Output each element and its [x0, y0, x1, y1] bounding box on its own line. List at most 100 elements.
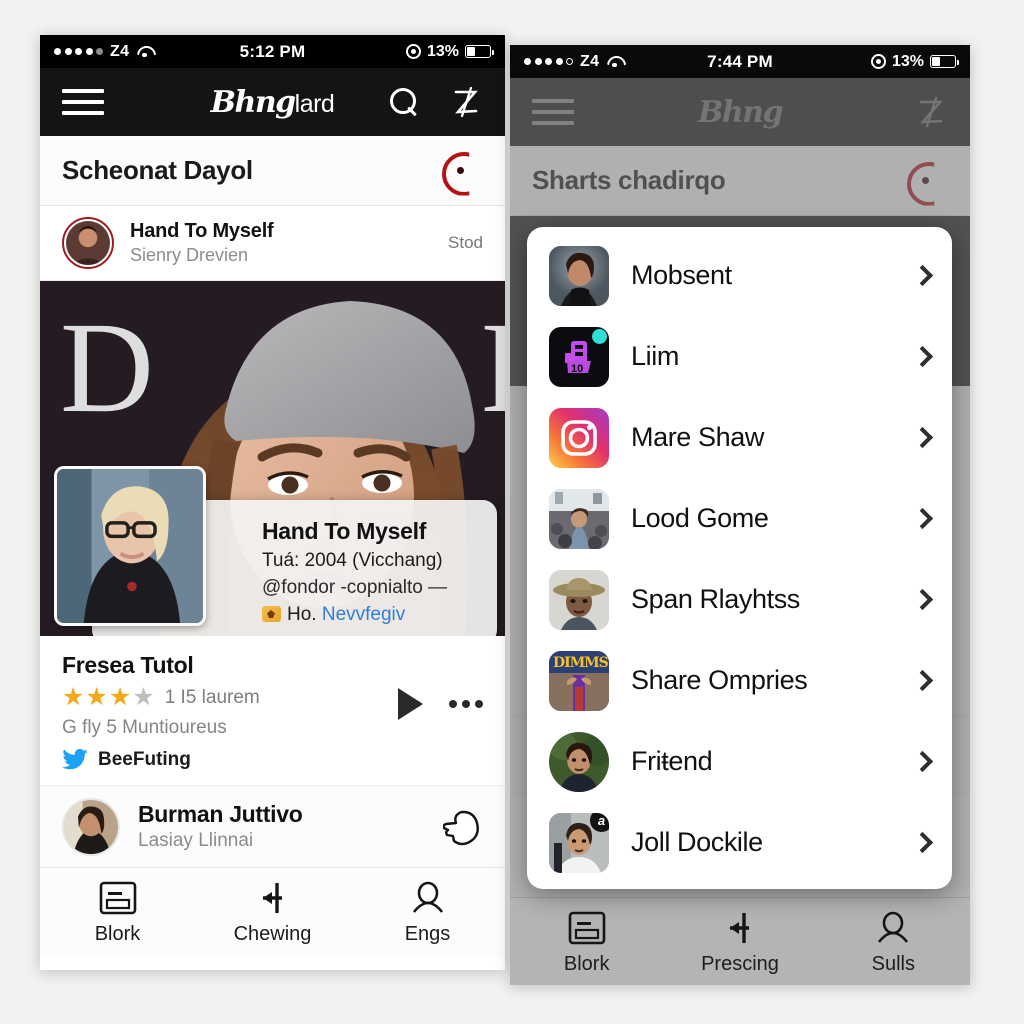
person-icon — [817, 908, 970, 948]
avatar-image — [64, 799, 118, 854]
sheet-item-label: Mobsent — [631, 260, 732, 290]
battery-icon — [930, 55, 959, 68]
arrow-cross-icon — [663, 908, 816, 948]
feed-header-row[interactable]: Hand To Myself Sienry Drevien Stod — [40, 206, 505, 281]
app-badge-icon: a — [590, 812, 609, 832]
status-right-group: 13% — [405, 42, 494, 61]
tab-label: Prescing — [701, 952, 779, 975]
hero-photo-area[interactable]: D I Hand To Myself Tuá: 2004 (Vicchang) … — [40, 281, 505, 636]
meta-block: Fresea Tutol ★ ★ ★ ★ 1 I5 laurem G fly 5… — [40, 636, 505, 786]
chevron-right-icon — [911, 264, 934, 287]
page-title: Scheonat Dayol — [62, 155, 253, 185]
sheet-item-label: Share Ompries — [631, 665, 808, 695]
sheet-item-label: Liim — [631, 341, 679, 371]
sheet-item-label: Span Rlayhtss — [631, 584, 800, 614]
person-icon — [350, 878, 505, 918]
photo-crowd-festival-icon — [549, 488, 609, 549]
feed-title: Hand To Myself — [130, 220, 274, 242]
chevron-right-icon — [911, 588, 934, 611]
sheet-item-label: Joll Dockile — [631, 827, 763, 857]
status-right-group: 13% — [870, 52, 959, 71]
sheet-item-lood-gome[interactable]: Lood Gome — [527, 478, 952, 559]
tab-chewing[interactable]: Chewing — [195, 878, 350, 946]
meta-actions — [398, 688, 483, 720]
tab-engs[interactable]: Engs — [350, 878, 505, 946]
chevron-right-icon — [911, 426, 934, 449]
sheet-item-span-rlayhtss[interactable]: Span Rlayhtss — [527, 559, 952, 640]
chevron-right-icon — [911, 831, 934, 854]
avatar-man-outdoors-icon — [549, 731, 609, 792]
sheet-item-mare-shaw[interactable]: Mare Shaw — [527, 397, 952, 478]
battery-percent-label: 13% — [426, 42, 459, 60]
tab-label: Chewing — [233, 923, 312, 945]
tab-blork[interactable]: Blork — [40, 878, 195, 946]
sheet-item-friend[interactable]: Friŧend — [527, 721, 952, 802]
article-card-icon — [40, 878, 195, 918]
refresh-icon[interactable] — [439, 149, 483, 193]
hero-thumbnail-image — [57, 469, 203, 623]
svg-text:I: I — [480, 296, 505, 440]
hero-card-line3-prefix: Ho. — [287, 604, 317, 625]
sheet-item-joll-dockile[interactable]: a Joll Dockile — [527, 802, 952, 883]
phone-screen-left: Z4 5:12 PM 13% Bhnglard Scheonat Dayol H… — [40, 35, 505, 970]
star-icon: ★ — [132, 683, 155, 711]
chevron-right-icon — [911, 750, 934, 773]
nav-actions — [389, 85, 483, 119]
sheet-item-label: Friŧend — [631, 746, 713, 776]
tab-sulls[interactable]: Sulls — [817, 908, 970, 976]
hamburger-menu-icon[interactable] — [62, 89, 104, 115]
person-row[interactable]: Burman Juttivo Lasiay Llinnai — [40, 786, 505, 868]
sheet-item-mobsent[interactable]: Mobsent — [527, 235, 952, 316]
tab-bar-left: Blork Chewing Engs — [40, 868, 505, 956]
battery-percent-label: 13% — [891, 52, 924, 70]
sheet-item-label: Mare Shaw — [631, 422, 764, 452]
nav-bar-left: Bhnglard — [40, 68, 505, 136]
person-text-group: Burman Juttivo Lasiay Llinnai — [138, 801, 303, 852]
star-icon: ★ — [108, 683, 132, 711]
sheet-item-share-ompries[interactable]: DIMMS Share Ompries — [527, 640, 952, 721]
play-icon[interactable] — [398, 688, 423, 720]
avatar — [62, 217, 114, 269]
hero-card-title: Hand To Myself — [262, 518, 427, 544]
hero-card-line1: Tuá: 2004 (Vicchang) — [262, 550, 443, 571]
twitter-row[interactable]: BeeFuting — [62, 749, 483, 771]
brand-plain-text: lard — [294, 89, 335, 118]
tab-blork[interactable]: Blork — [510, 908, 663, 976]
rating-label: 1 I5 laurem — [164, 686, 260, 708]
tab-prescing[interactable]: Prescing — [663, 908, 816, 976]
hero-card-line3: Ho. Nevvfegiv — [262, 604, 477, 626]
svg-text:D: D — [60, 296, 154, 440]
more-dots-icon[interactable] — [449, 700, 483, 708]
avatar-woman-tanktop-icon — [549, 245, 609, 306]
tab-label: Engs — [404, 923, 451, 945]
brand-gothic-text: Bhng — [210, 84, 296, 120]
screenshot-stage: Z4 5:12 PM 13% Bhnglard Scheonat Dayol H… — [0, 0, 1024, 1024]
arrow-cross-icon — [195, 878, 350, 918]
svg-text:10: 10 — [571, 363, 583, 375]
tab-label: Blork — [94, 923, 141, 945]
tab-label: Blork — [563, 952, 610, 975]
status-badge-dot — [592, 328, 607, 344]
thumbs-up-icon[interactable] — [443, 807, 483, 847]
hero-thumbnail[interactable] — [54, 466, 206, 626]
app-icon-yellow-poster-icon: DIMMS — [549, 650, 609, 711]
twitter-bird-icon — [62, 749, 88, 770]
star-rating[interactable]: ★ ★ ★ ★ — [62, 685, 155, 710]
sheet-item-liim[interactable]: 10 Liim — [527, 316, 952, 397]
tab-bar-right: Blork Prescing Sulls — [510, 897, 970, 985]
section-header-left: Scheonat Dayol — [40, 136, 505, 206]
star-icon: ★ — [62, 683, 85, 711]
status-bar-left: Z4 5:12 PM 13% — [40, 35, 505, 68]
meta-subtitle: G fly 5 Muntioureus — [62, 717, 227, 738]
hero-card-link[interactable]: Nevvfegiv — [322, 604, 405, 625]
svg-text:DIMMS: DIMMS — [553, 655, 609, 671]
meta-title: Fresea Tutol — [62, 652, 194, 678]
search-icon[interactable] — [389, 87, 419, 117]
z-signature-icon[interactable] — [449, 85, 483, 119]
alarm-icon — [405, 44, 421, 59]
chevron-right-icon — [911, 345, 934, 368]
flag-badge-icon — [262, 606, 281, 622]
photo-man-hat-icon — [549, 569, 609, 630]
article-card-icon — [510, 908, 663, 948]
status-bar-right: Z4 7:44 PM 13% — [510, 45, 970, 78]
